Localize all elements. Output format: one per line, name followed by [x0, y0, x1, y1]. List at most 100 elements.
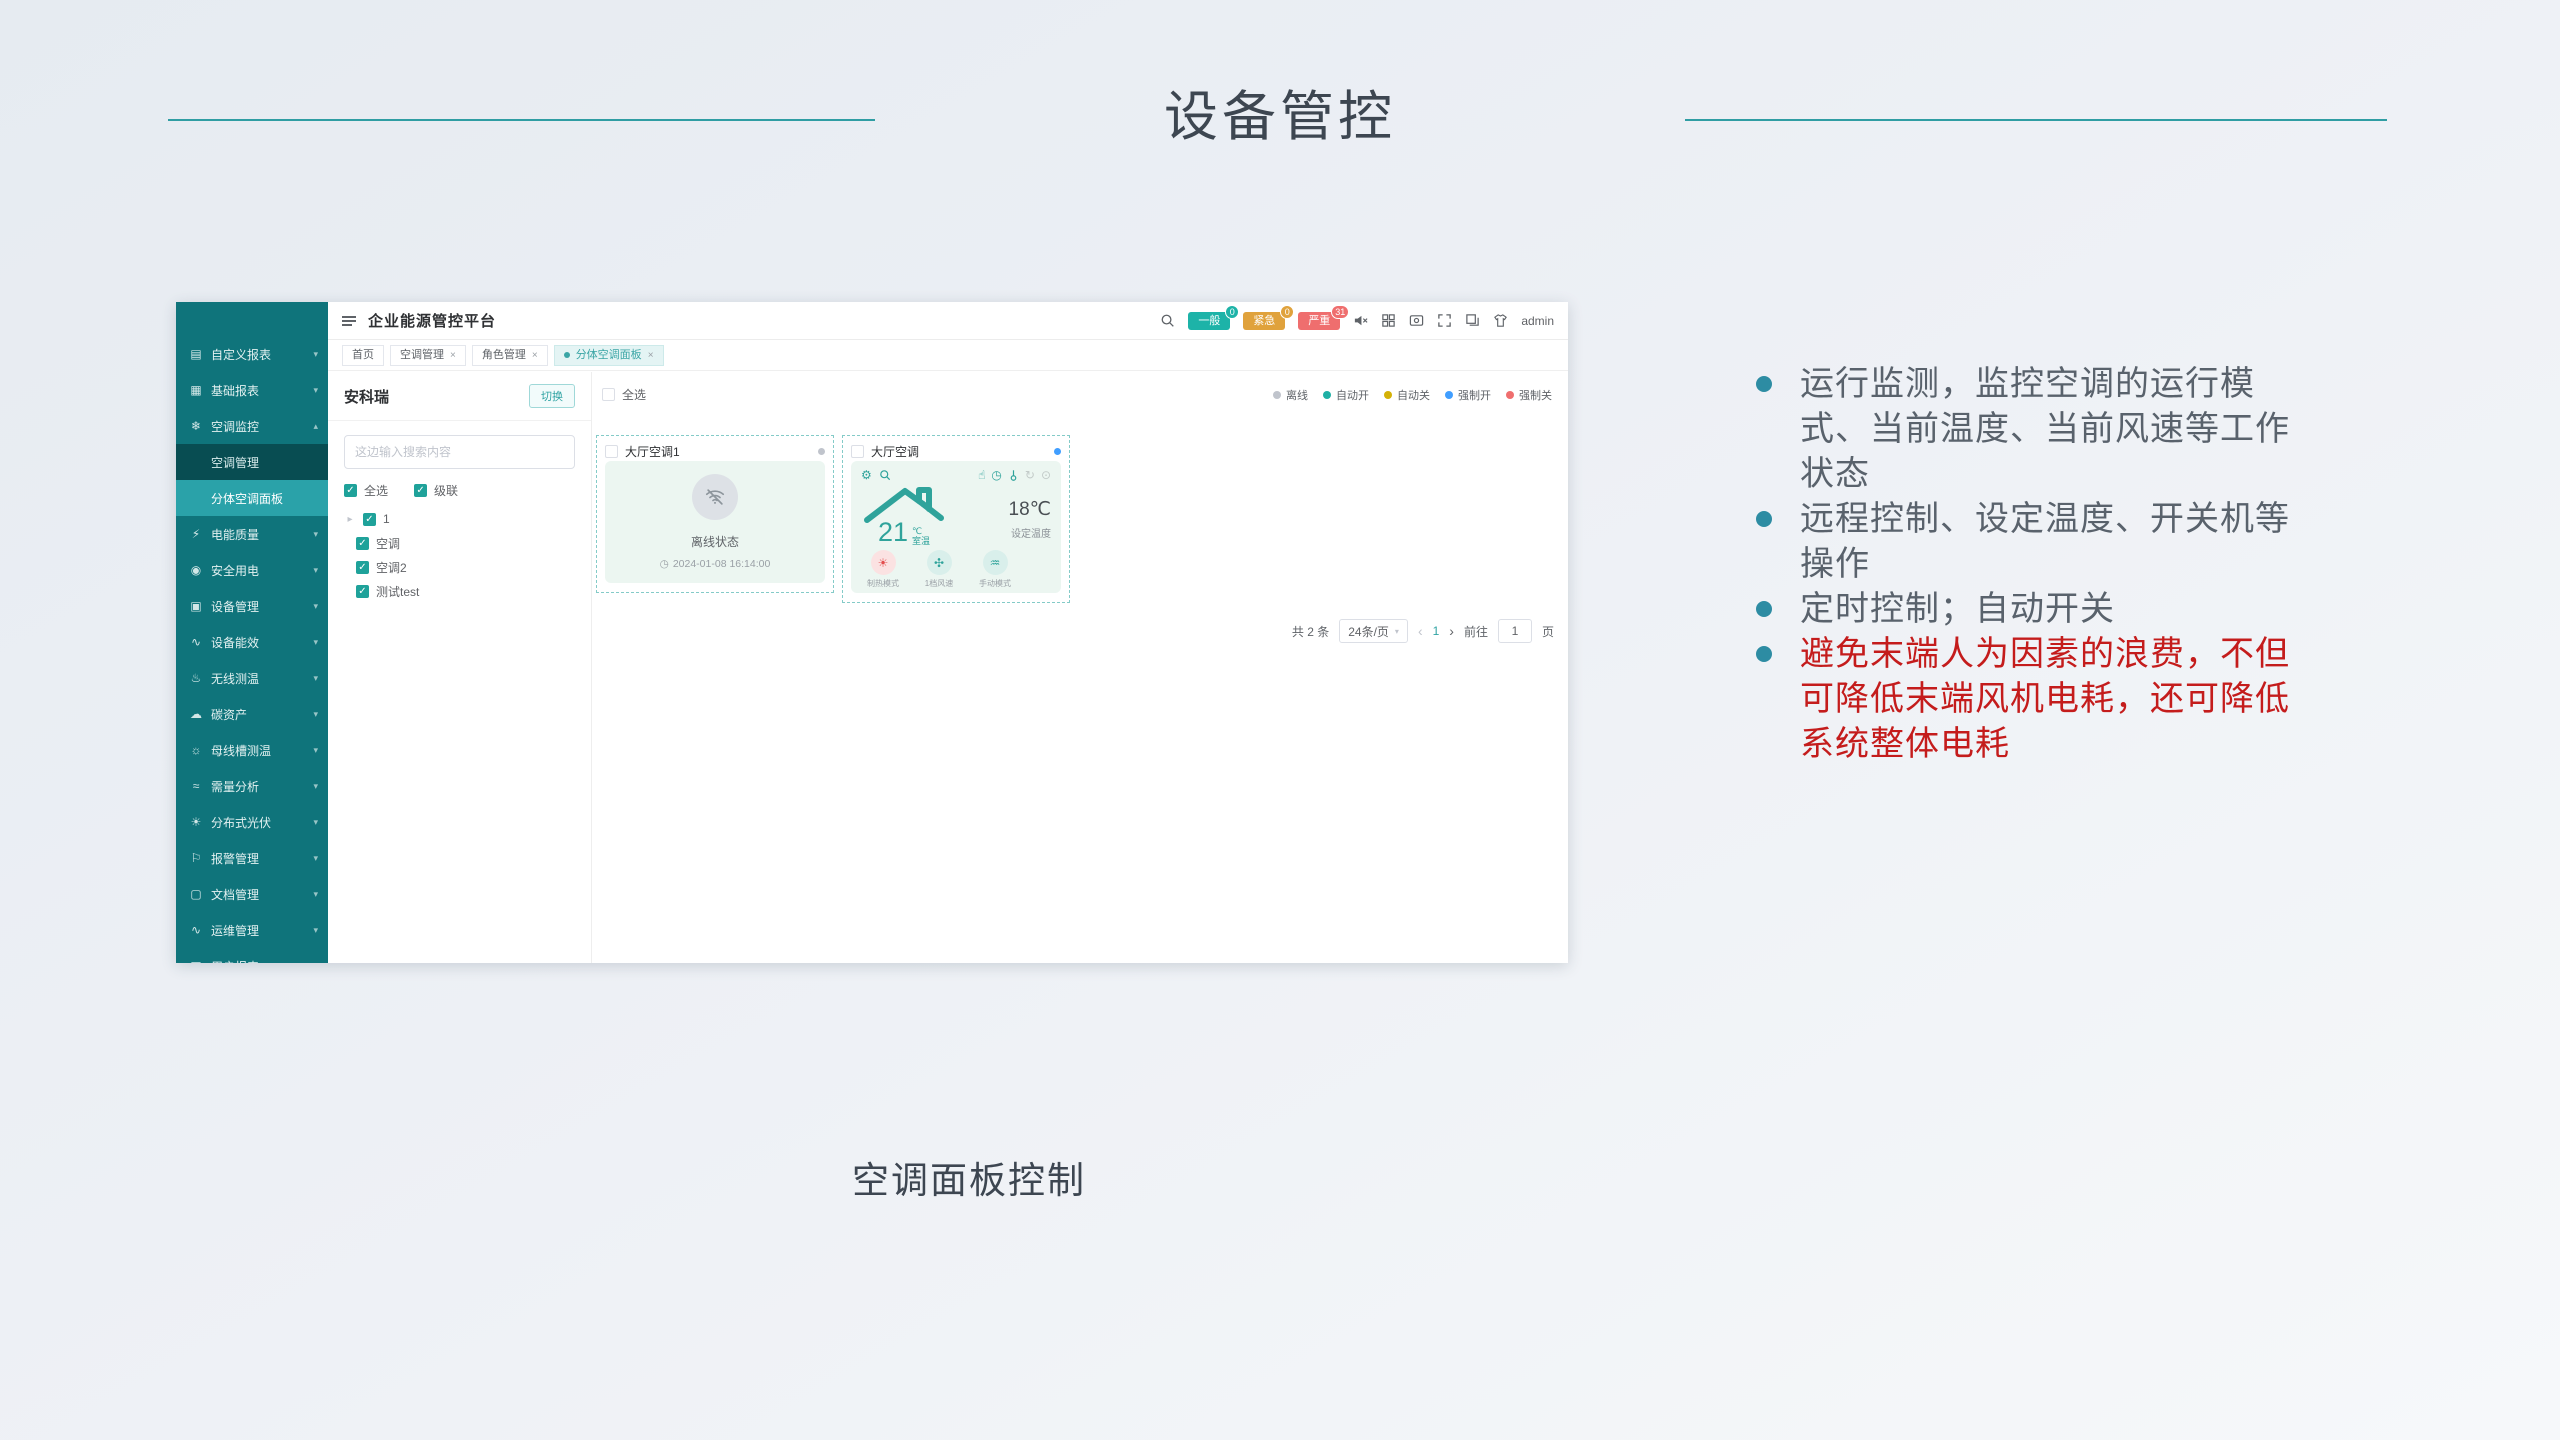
- caret-icon[interactable]: ▸: [344, 514, 356, 525]
- alarm-chip-general[interactable]: 一般 0: [1188, 312, 1230, 330]
- alarm-count-badge: 31: [1331, 305, 1349, 319]
- menu-collapse-icon[interactable]: [342, 316, 356, 326]
- manual-control-icon[interactable]: ☝: [978, 468, 985, 482]
- legend-force-on: 强制开: [1445, 387, 1491, 403]
- legend-dot: [1273, 391, 1281, 399]
- mode-fan-speed[interactable]: ✣ 1档风速: [917, 550, 961, 589]
- sidebar-item-electrical-safety[interactable]: ◉ 安全用电 ▾: [176, 552, 328, 588]
- checkbox-checked-icon[interactable]: ✓: [356, 585, 369, 598]
- clone-window-icon[interactable]: [1465, 313, 1480, 328]
- content: 安科瑞 切换 ✓ 全选 ✓ 级联: [328, 372, 1568, 963]
- alarm-management-icon: ⚐: [189, 851, 203, 865]
- sidebar-item-ac-monitor[interactable]: ❄ 空调监控 ▴: [176, 408, 328, 444]
- offline-timestamp: 2024-01-08 16:14:00: [673, 558, 771, 570]
- checkbox-checked-icon: ✓: [344, 484, 357, 497]
- checkbox-checked-icon[interactable]: ✓: [356, 561, 369, 574]
- sidebar-item-split-ac-panel[interactable]: 分体空调面板: [176, 480, 328, 516]
- bullet-text: 定时控制；自动开关: [1800, 587, 2305, 632]
- bullet-item: 运行监测，监控空调的运行模式、当前温度、当前风速等工作状态: [1756, 362, 2316, 497]
- sidebar-item-custom-report[interactable]: ▤ 自定义报表 ▾: [176, 336, 328, 372]
- status-dot: [1054, 448, 1061, 455]
- page-size-select[interactable]: 24条/页 ▾: [1339, 619, 1408, 643]
- timer-icon[interactable]: ◷: [991, 468, 1001, 482]
- sidebar-item-device-management[interactable]: ▣ 设备管理 ▾: [176, 588, 328, 624]
- sidebar-item-alarm-management[interactable]: ⚐ 报警管理 ▾: [176, 840, 328, 876]
- tab-ac-management[interactable]: 空调管理 ×: [390, 345, 466, 366]
- tab-role-management[interactable]: 角色管理 ×: [472, 345, 548, 366]
- current-page[interactable]: 1: [1433, 624, 1440, 638]
- bullet-text: 避免末端人为因素的浪费，不但可降低末端风机电耗，还可降低系统整体电耗: [1800, 632, 2305, 767]
- tab-label: 空调管理: [400, 348, 444, 363]
- close-icon[interactable]: ×: [532, 348, 538, 363]
- sidebar-item-user-report[interactable]: ▥ 用户报表 ▾: [176, 948, 328, 963]
- tree-search-input[interactable]: [344, 435, 575, 469]
- checkbox-unchecked-icon[interactable]: [851, 445, 864, 458]
- sidebar-item-distributed-pv[interactable]: ☀ 分布式光伏 ▾: [176, 804, 328, 840]
- legend-dot: [1445, 391, 1453, 399]
- sidebar-item-label: 电能质量: [211, 526, 259, 543]
- sidebar-item-carbon-asset[interactable]: ☁ 碳资产 ▾: [176, 696, 328, 732]
- apps-grid-icon[interactable]: [1381, 313, 1396, 328]
- chevron-down-icon: ▾: [313, 781, 318, 792]
- sidebar-item-basic-report[interactable]: ▦ 基础报表 ▾: [176, 372, 328, 408]
- close-icon[interactable]: ×: [450, 348, 456, 363]
- tab-split-ac-panel[interactable]: 分体空调面板 ×: [554, 345, 664, 366]
- tree-node-ac[interactable]: ✓ 空调: [344, 531, 575, 555]
- sidebar-item-power-quality[interactable]: ⚡ 电能质量 ▾: [176, 516, 328, 552]
- checkbox-checked-icon: ✓: [414, 484, 427, 497]
- mode-manual[interactable]: ♒ 手动模式: [973, 550, 1017, 589]
- legend-dot: [1506, 391, 1514, 399]
- cascade-checkbox[interactable]: ✓ 级联: [414, 482, 458, 499]
- room-temp-label: 室温: [912, 536, 930, 546]
- sidebar-item-label: 分布式光伏: [211, 814, 271, 831]
- goto-page-input[interactable]: [1498, 619, 1532, 643]
- sidebar-item-ac-management[interactable]: 空调管理: [176, 444, 328, 480]
- bullet-item: 远程控制、设定温度、开关机等操作: [1756, 497, 2316, 587]
- alarm-chip-critical[interactable]: 严重 31: [1298, 312, 1340, 330]
- tree-node-root[interactable]: ▸ ✓ 1: [344, 507, 575, 531]
- sidebar-item-document-management[interactable]: ▢ 文档管理 ▾: [176, 876, 328, 912]
- thermometer-icon[interactable]: [1008, 469, 1019, 481]
- username[interactable]: admin: [1521, 314, 1554, 328]
- cards-select-all-checkbox[interactable]: 全选: [602, 386, 646, 403]
- next-page-icon[interactable]: ›: [1449, 623, 1454, 639]
- device-efficiency-icon: ∿: [189, 635, 203, 649]
- sidebar-item-device-efficiency[interactable]: ∿ 设备能效 ▾: [176, 624, 328, 660]
- sidebar-item-wireless-temp[interactable]: ♨ 无线测温 ▾: [176, 660, 328, 696]
- mode-heating[interactable]: ☀ 制热模式: [861, 550, 905, 589]
- theme-shirt-icon[interactable]: [1493, 313, 1508, 328]
- sidebar-item-om-management[interactable]: ∿ 运维管理 ▾: [176, 912, 328, 948]
- title-rule-right: [1685, 119, 2387, 121]
- bullet-dot: [1756, 601, 1772, 617]
- checkbox-checked-icon[interactable]: ✓: [363, 513, 376, 526]
- sidebar-item-busway-temp[interactable]: ☼ 母线槽测温 ▾: [176, 732, 328, 768]
- ac-card-offline[interactable]: 大厅空调1 离线状态 ◷ 20: [596, 435, 834, 593]
- user-report-icon: ▥: [189, 959, 203, 963]
- search-icon[interactable]: [1160, 313, 1175, 328]
- prev-page-icon[interactable]: ‹: [1418, 623, 1423, 639]
- refresh-icon[interactable]: ↻: [1025, 468, 1035, 482]
- tab-home[interactable]: 首页: [342, 345, 384, 366]
- tree-node-test[interactable]: ✓ 测试test: [344, 579, 575, 603]
- checkbox-unchecked-icon[interactable]: [605, 445, 618, 458]
- power-icon[interactable]: ⊙: [1041, 468, 1051, 482]
- checkbox-checked-icon[interactable]: ✓: [356, 537, 369, 550]
- select-all-checkbox[interactable]: ✓ 全选: [344, 482, 388, 499]
- title-rule-left: [168, 119, 875, 121]
- close-icon[interactable]: ×: [648, 348, 654, 363]
- switch-button[interactable]: 切换: [529, 384, 575, 408]
- ac-card-online[interactable]: 大厅空调 ⚙: [842, 435, 1070, 603]
- settings-gear-icon[interactable]: ⚙: [861, 468, 872, 482]
- alarm-chip-urgent[interactable]: 紧急 0: [1243, 312, 1285, 330]
- tree-node-ac2[interactable]: ✓ 空调2: [344, 555, 575, 579]
- legend-offline: 离线: [1273, 387, 1308, 403]
- zoom-icon[interactable]: [879, 469, 891, 481]
- busway-temp-icon: ☼: [189, 743, 203, 757]
- chevron-down-icon: ▾: [313, 673, 318, 684]
- sidebar-item-demand-analysis[interactable]: ≈ 需量分析 ▾: [176, 768, 328, 804]
- mute-icon[interactable]: [1353, 313, 1368, 328]
- fullscreen-icon[interactable]: [1437, 313, 1452, 328]
- bullet-text: 远程控制、设定温度、开关机等操作: [1800, 497, 2305, 587]
- manual-mode-icon: ♒: [983, 550, 1008, 575]
- screen-capture-icon[interactable]: [1409, 313, 1424, 328]
